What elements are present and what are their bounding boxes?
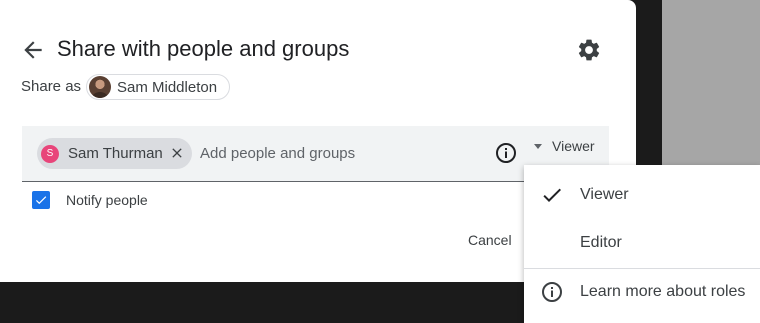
check-icon [543, 188, 561, 202]
share-as-account-chip[interactable]: Sam Middleton [86, 74, 231, 100]
menu-divider [524, 268, 760, 269]
info-button[interactable] [494, 141, 518, 165]
notify-checkbox[interactable] [32, 191, 50, 209]
avatar [89, 76, 111, 98]
info-icon [542, 282, 562, 302]
back-button[interactable] [20, 37, 46, 63]
menu-item-label: Viewer [580, 186, 629, 203]
role-dropdown[interactable]: Viewer [534, 134, 595, 158]
gear-icon [578, 39, 600, 61]
arrow-back-icon [24, 41, 42, 59]
caret-down-icon [534, 143, 542, 149]
account-name: Sam Middleton [117, 78, 218, 96]
recipient-chip[interactable]: S Sam Thurman [37, 138, 192, 169]
people-input-area: S Sam Thurman Viewer [22, 126, 609, 182]
menu-item-learn-more[interactable]: Learn more about roles [524, 272, 760, 312]
settings-button[interactable] [576, 37, 602, 63]
dialog-title: Share with people and groups [57, 36, 350, 61]
add-people-input[interactable] [200, 142, 480, 164]
info-icon [496, 143, 516, 163]
recipient-avatar: S [41, 144, 59, 163]
role-menu: Viewer Editor Learn more about roles [524, 165, 760, 323]
background-panel [662, 0, 760, 165]
checkbox-check-icon [35, 196, 47, 205]
menu-item-viewer[interactable]: Viewer [524, 175, 760, 215]
recipient-name: Sam Thurman [68, 145, 163, 162]
menu-item-label: Editor [580, 234, 622, 251]
close-icon [172, 148, 182, 158]
notify-label: Notify people [66, 192, 148, 208]
share-as-label: Share as [21, 78, 82, 95]
notify-row: Notify people [32, 191, 148, 209]
menu-item-label: Learn more about roles [580, 283, 746, 300]
role-dropdown-label: Viewer [552, 138, 595, 154]
cancel-button[interactable]: Cancel [456, 224, 524, 256]
remove-recipient-button[interactable] [169, 145, 185, 161]
menu-item-editor[interactable]: Editor [524, 223, 760, 263]
